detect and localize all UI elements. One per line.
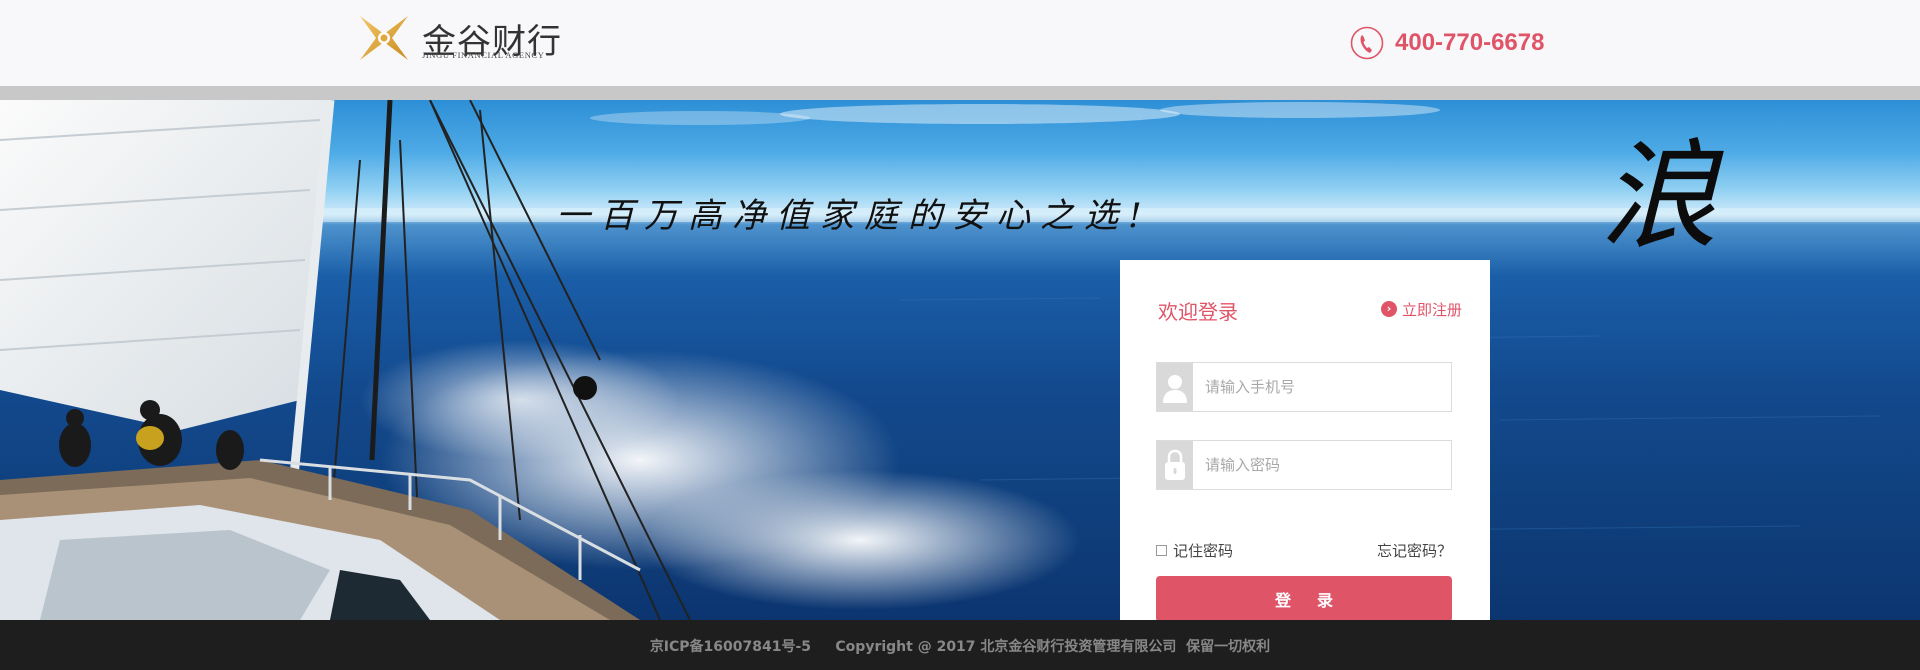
login-panel: 欢迎登录 › 立即注册 请输入手机号 记住密码 忘记密码？ 登录 [1120,260,1490,620]
arrow-circle-icon: › [1380,301,1397,317]
register-label: 立即注册 [1401,300,1462,319]
password-input[interactable] [1205,453,1437,477]
remember-label: 记住密码 [1173,541,1234,560]
phone-icon [1350,26,1384,60]
logo-subtitle: JINGU FINANCIAL AGENCY [422,50,545,60]
login-button[interactable]: 登录 [1156,576,1452,620]
login-title: 欢迎登录 [1158,300,1238,324]
remember-checkbox[interactable] [1156,544,1167,556]
header-divider [0,86,1920,100]
hotline-number: 400-770-6678 [1395,29,1545,56]
hero-banner: 一百万高净值家庭的安心之选! 浪 欢迎登录 › 立即注册 请输入手机号 记住密码… [0,100,1920,620]
logo[interactable]: 金谷财行 JINGU FINANCIAL AGENCY [356,14,566,62]
logo-mark-icon [360,16,408,60]
remember-password[interactable]: 记住密码 [1156,540,1233,560]
site-header: 金谷财行 JINGU FINANCIAL AGENCY 400-770-6678 [0,0,1920,86]
password-field[interactable] [1156,440,1452,490]
footer-copyright: 京ICP备16007841号-5 Copyright @ 2017 北京金谷财行… [649,639,1271,655]
forgot-password-link[interactable]: 忘记密码？ [1377,540,1452,561]
site-footer: 京ICP备16007841号-5 Copyright @ 2017 北京金谷财行… [0,620,1920,670]
register-link[interactable]: › 立即注册 [1380,300,1462,319]
phone-field[interactable] [1156,362,1452,412]
user-icon [1157,363,1193,411]
lock-icon [1157,441,1193,489]
banner-slogan: 一百万高净值家庭的安心之选! [556,196,1152,236]
phone-input[interactable] [1205,375,1437,399]
banner-calligraphy: 浪 [1600,127,1719,265]
